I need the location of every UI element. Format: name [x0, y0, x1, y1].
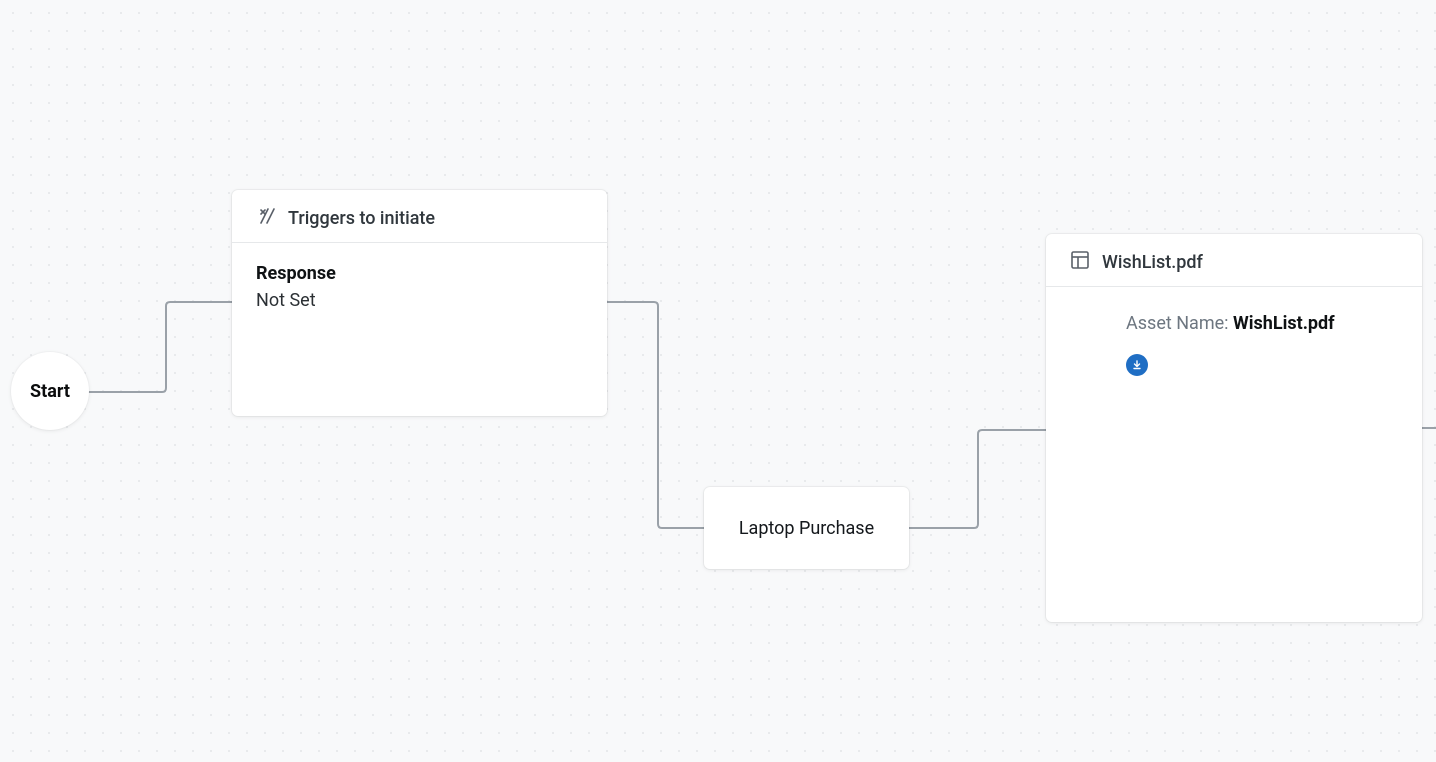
connector-branch-to-asset — [908, 420, 1048, 530]
download-icon[interactable] — [1126, 354, 1148, 376]
flow-canvas[interactable]: Start Triggers to initiate Response Not … — [0, 0, 1436, 762]
asset-actions — [1126, 354, 1368, 376]
trigger-card[interactable]: Triggers to initiate Response Not Set — [232, 190, 607, 416]
branch-node[interactable]: Laptop Purchase — [704, 487, 909, 569]
asset-name-label: Asset Name: — [1126, 313, 1233, 334]
asset-name-row: Asset Name: WishList.pdf — [1126, 313, 1368, 334]
trigger-card-header: Triggers to initiate — [232, 190, 607, 243]
asset-card[interactable]: WishList.pdf Asset Name: WishList.pdf — [1046, 234, 1422, 622]
response-value: Not Set — [256, 290, 583, 311]
start-node[interactable]: Start — [11, 352, 89, 430]
triggers-icon — [256, 206, 278, 230]
connector-start-to-trigger — [88, 292, 233, 394]
asset-card-title: WishList.pdf — [1102, 252, 1203, 273]
asset-name-value: WishList.pdf — [1233, 313, 1335, 334]
trigger-card-body: Response Not Set — [232, 243, 607, 331]
asset-card-header: WishList.pdf — [1046, 234, 1422, 287]
trigger-card-title: Triggers to initiate — [288, 208, 435, 229]
asset-card-body: Asset Name: WishList.pdf — [1046, 287, 1422, 396]
response-label: Response — [256, 263, 583, 284]
connector-asset-out — [1420, 420, 1436, 436]
connector-trigger-to-branch — [606, 294, 706, 530]
branch-label: Laptop Purchase — [739, 515, 874, 542]
start-label: Start — [30, 381, 70, 402]
layout-icon — [1070, 250, 1090, 274]
